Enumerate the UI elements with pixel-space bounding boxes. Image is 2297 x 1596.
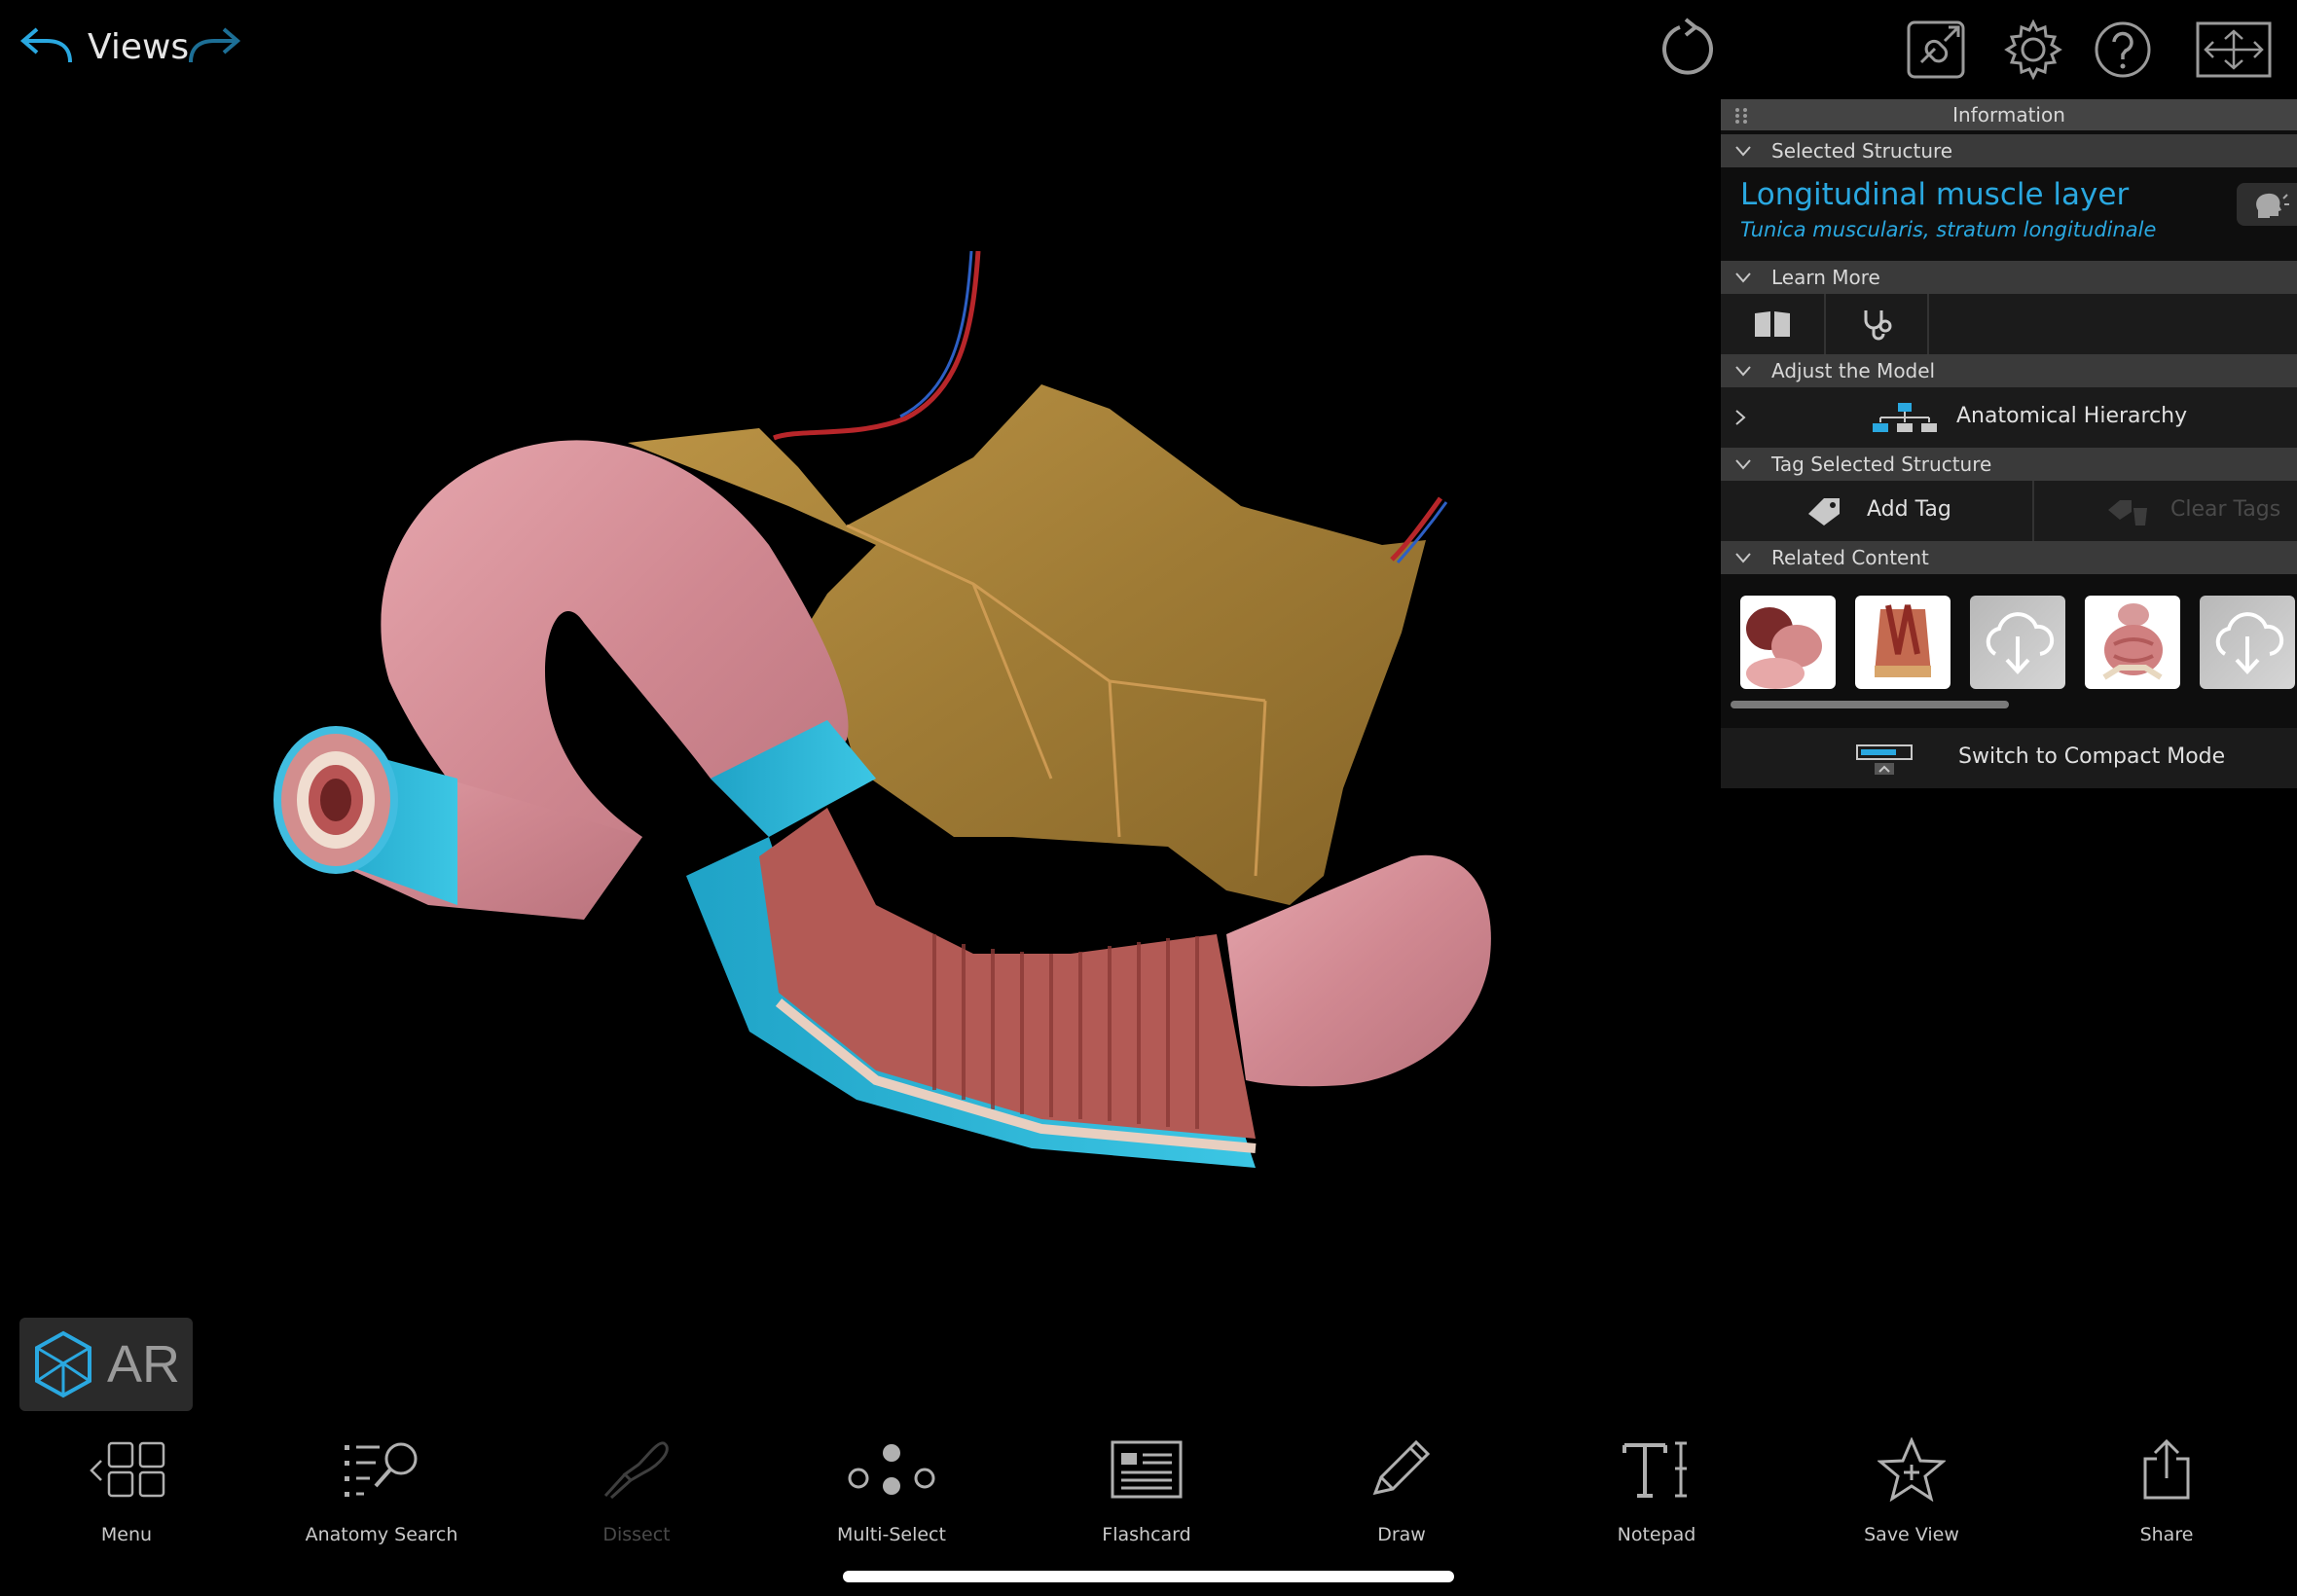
expand-icon bbox=[2196, 21, 2272, 78]
toolbar-dissect[interactable]: Dissect bbox=[539, 1431, 734, 1545]
clear-tags-button[interactable]: Clear Tags bbox=[2034, 481, 2297, 541]
cloud-download-icon bbox=[1986, 612, 2055, 674]
flashcard-icon bbox=[1111, 1440, 1183, 1499]
ar-label: AR bbox=[107, 1335, 181, 1394]
toolbar-flashcard[interactable]: Flashcard bbox=[1049, 1431, 1244, 1545]
section-label: Adjust the Model bbox=[1771, 359, 1936, 382]
link-button[interactable] bbox=[1906, 19, 1968, 80]
toolbar-label: Flashcard bbox=[1102, 1524, 1191, 1545]
section-tag-structure[interactable]: Tag Selected Structure bbox=[1721, 448, 2297, 481]
section-related-content[interactable]: Related Content bbox=[1721, 541, 2297, 574]
toolbar-label: Notepad bbox=[1617, 1524, 1696, 1545]
toolbar-label: Share bbox=[2139, 1524, 2194, 1545]
toolbar-label: Multi-Select bbox=[837, 1524, 946, 1545]
related-thumbnail-download-2[interactable] bbox=[2200, 596, 2295, 689]
section-label: Tag Selected Structure bbox=[1771, 453, 1992, 476]
home-indicator[interactable] bbox=[843, 1571, 1454, 1582]
ar-cube-icon bbox=[35, 1330, 91, 1398]
blood-vessel bbox=[773, 250, 981, 441]
section-label: Selected Structure bbox=[1771, 139, 1953, 163]
compact-mode-icon bbox=[1856, 744, 1913, 775]
clear-tag-icon bbox=[2108, 500, 2147, 526]
toolbar-save-view[interactable]: Save View bbox=[1814, 1431, 2009, 1545]
stethoscope-icon bbox=[1864, 310, 1892, 341]
section-adjust-model[interactable]: Adjust the Model bbox=[1721, 354, 2297, 387]
text-cursor-icon bbox=[1622, 1441, 1687, 1498]
switch-compact-mode-button[interactable]: Switch to Compact Mode bbox=[1721, 728, 2297, 788]
grid-menu-icon bbox=[90, 1441, 165, 1498]
circular-muscle-layer bbox=[759, 808, 1256, 1139]
ar-button[interactable]: AR bbox=[19, 1318, 193, 1411]
anatomical-hierarchy-label: Anatomical Hierarchy bbox=[1956, 404, 2188, 428]
section-label: Learn More bbox=[1771, 266, 1880, 289]
hierarchy-icon bbox=[1873, 403, 1937, 432]
section-label: Related Content bbox=[1771, 546, 1929, 569]
settings-button[interactable] bbox=[2003, 19, 2063, 80]
structure-latin-name: Tunica muscularis, stratum longitudinale bbox=[1740, 218, 2157, 241]
section-selected-structure[interactable]: Selected Structure bbox=[1721, 134, 2297, 167]
toolbar-menu[interactable]: Menu bbox=[29, 1431, 224, 1545]
share-icon bbox=[2143, 1438, 2190, 1500]
toolbar-share[interactable]: Share bbox=[2069, 1431, 2264, 1545]
clinical-button[interactable] bbox=[1824, 294, 1929, 354]
toolbar-multi-select[interactable]: Multi-Select bbox=[794, 1431, 989, 1545]
related-thumbnail-stomach[interactable] bbox=[1740, 596, 1836, 689]
gear-icon bbox=[2004, 19, 2062, 80]
related-thumbnail-intestines[interactable] bbox=[2085, 596, 2180, 689]
anatomy-3d-model[interactable] bbox=[0, 0, 1713, 1304]
tag-icon bbox=[1808, 498, 1840, 526]
information-panel: Information Selected Structure Longitudi… bbox=[1721, 99, 2297, 788]
add-tag-label: Add Tag bbox=[1867, 497, 1951, 522]
toolbar-label: Draw bbox=[1377, 1524, 1426, 1545]
drag-handle-icon[interactable] bbox=[1734, 107, 1748, 125]
add-tag-button[interactable]: Add Tag bbox=[1721, 481, 2034, 541]
section-learn-more[interactable]: Learn More bbox=[1721, 261, 2297, 294]
toolbar-label: Dissect bbox=[602, 1524, 671, 1545]
toolbar-anatomy-search[interactable]: Anatomy Search bbox=[284, 1431, 479, 1545]
help-button[interactable] bbox=[2093, 19, 2153, 80]
book-icon bbox=[1755, 311, 1790, 337]
scalpel-icon bbox=[603, 1441, 669, 1500]
link-icon bbox=[1907, 20, 1965, 79]
toolbar-draw[interactable]: Draw bbox=[1304, 1431, 1499, 1545]
toolbar-notepad[interactable]: Notepad bbox=[1559, 1431, 1754, 1545]
panel-title: Information bbox=[1952, 103, 2065, 127]
compact-mode-label: Switch to Compact Mode bbox=[1958, 744, 2226, 769]
search-list-icon bbox=[345, 1442, 418, 1497]
panel-title-bar[interactable]: Information bbox=[1721, 99, 2297, 130]
related-thumbnail-wall-section[interactable] bbox=[1855, 596, 1951, 689]
speaking-head-icon bbox=[2256, 193, 2289, 218]
chevron-down-icon bbox=[1735, 459, 1751, 470]
related-content-scrollbar[interactable] bbox=[1731, 701, 2009, 708]
pronounce-button[interactable] bbox=[2237, 183, 2297, 226]
fullscreen-button[interactable] bbox=[2196, 21, 2272, 78]
chevron-down-icon bbox=[1735, 272, 1751, 283]
related-thumbnail-download-1[interactable] bbox=[1970, 596, 2065, 689]
toolbar-label: Save View bbox=[1864, 1524, 1959, 1545]
anatomical-hierarchy-row[interactable]: Anatomical Hierarchy bbox=[1721, 387, 2297, 448]
chevron-down-icon bbox=[1735, 366, 1751, 377]
structure-name[interactable]: Longitudinal muscle layer bbox=[1740, 177, 2129, 212]
toolbar-label: Anatomy Search bbox=[305, 1524, 458, 1545]
toolbar-label: Menu bbox=[100, 1524, 153, 1545]
pencil-icon bbox=[1372, 1439, 1431, 1496]
chevron-down-icon bbox=[1735, 553, 1751, 563]
chevron-right-icon bbox=[1735, 410, 1746, 425]
cloud-download-icon bbox=[2215, 612, 2284, 674]
star-plus-icon bbox=[1878, 1437, 1946, 1502]
clear-tags-label: Clear Tags bbox=[2170, 497, 2281, 522]
chevron-down-icon bbox=[1735, 146, 1751, 157]
question-icon bbox=[2095, 21, 2151, 78]
multi-select-icon bbox=[848, 1444, 935, 1495]
definition-button[interactable] bbox=[1721, 294, 1826, 354]
